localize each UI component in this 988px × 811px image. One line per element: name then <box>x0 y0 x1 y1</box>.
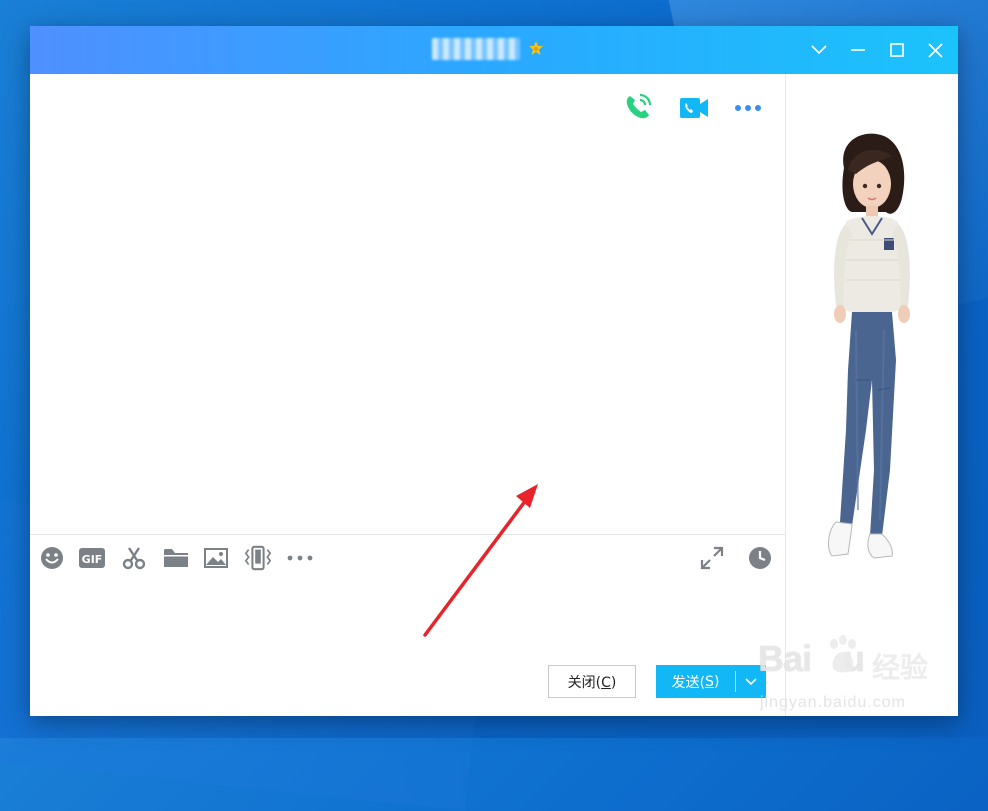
voice-call-icon[interactable] <box>622 91 654 123</box>
history-clock-icon <box>749 547 771 569</box>
minimize-button[interactable] <box>844 36 872 64</box>
video-call-icon[interactable] <box>678 92 710 124</box>
more-tools-button[interactable] <box>286 544 314 572</box>
close-button-label: 关闭(C) <box>567 674 617 691</box>
more-options-icon[interactable] <box>732 92 764 124</box>
send-options-dropdown[interactable] <box>736 665 766 698</box>
chevron-down-icon <box>745 677 757 685</box>
emoji-icon <box>41 547 63 569</box>
shake-icon <box>244 545 272 571</box>
collapse-button[interactable] <box>805 36 833 64</box>
gif-icon: GIF <box>79 548 105 568</box>
message-input[interactable] <box>30 578 785 664</box>
scissors-icon <box>122 547 146 570</box>
contact-show-panel <box>786 74 958 716</box>
expand-icon <box>700 546 724 570</box>
image-button[interactable] <box>202 544 230 572</box>
emoji-button[interactable] <box>38 544 66 572</box>
more-icon <box>287 555 313 561</box>
chevron-down-icon <box>811 45 827 55</box>
titlebar[interactable] <box>30 26 958 74</box>
screenshot-button[interactable] <box>120 544 148 572</box>
contact-name-obscured <box>432 38 520 60</box>
vip-badge-icon <box>529 41 543 55</box>
message-history-area[interactable] <box>30 74 785 534</box>
close-chat-button[interactable]: 关闭(C) <box>548 665 636 698</box>
window-close-button[interactable] <box>921 36 949 64</box>
input-divider <box>30 534 785 535</box>
gif-button[interactable]: GIF <box>78 544 106 572</box>
shake-window-button[interactable] <box>244 544 272 572</box>
close-icon <box>927 42 943 58</box>
minimize-icon <box>851 49 865 51</box>
maximize-button[interactable] <box>883 36 911 64</box>
message-history-button[interactable] <box>746 544 774 572</box>
send-button-label: 发送(S) <box>671 673 720 691</box>
file-button[interactable] <box>162 544 190 572</box>
avatar-figure <box>828 133 910 559</box>
chat-window: GIF 关闭(C) 发送(S) <box>30 26 958 716</box>
maximize-icon <box>890 43 904 57</box>
expand-input-button[interactable] <box>698 544 726 572</box>
gif-label: GIF <box>82 553 103 566</box>
folder-icon <box>164 549 188 567</box>
image-icon <box>204 548 228 568</box>
send-button[interactable]: 发送(S) <box>656 665 766 698</box>
